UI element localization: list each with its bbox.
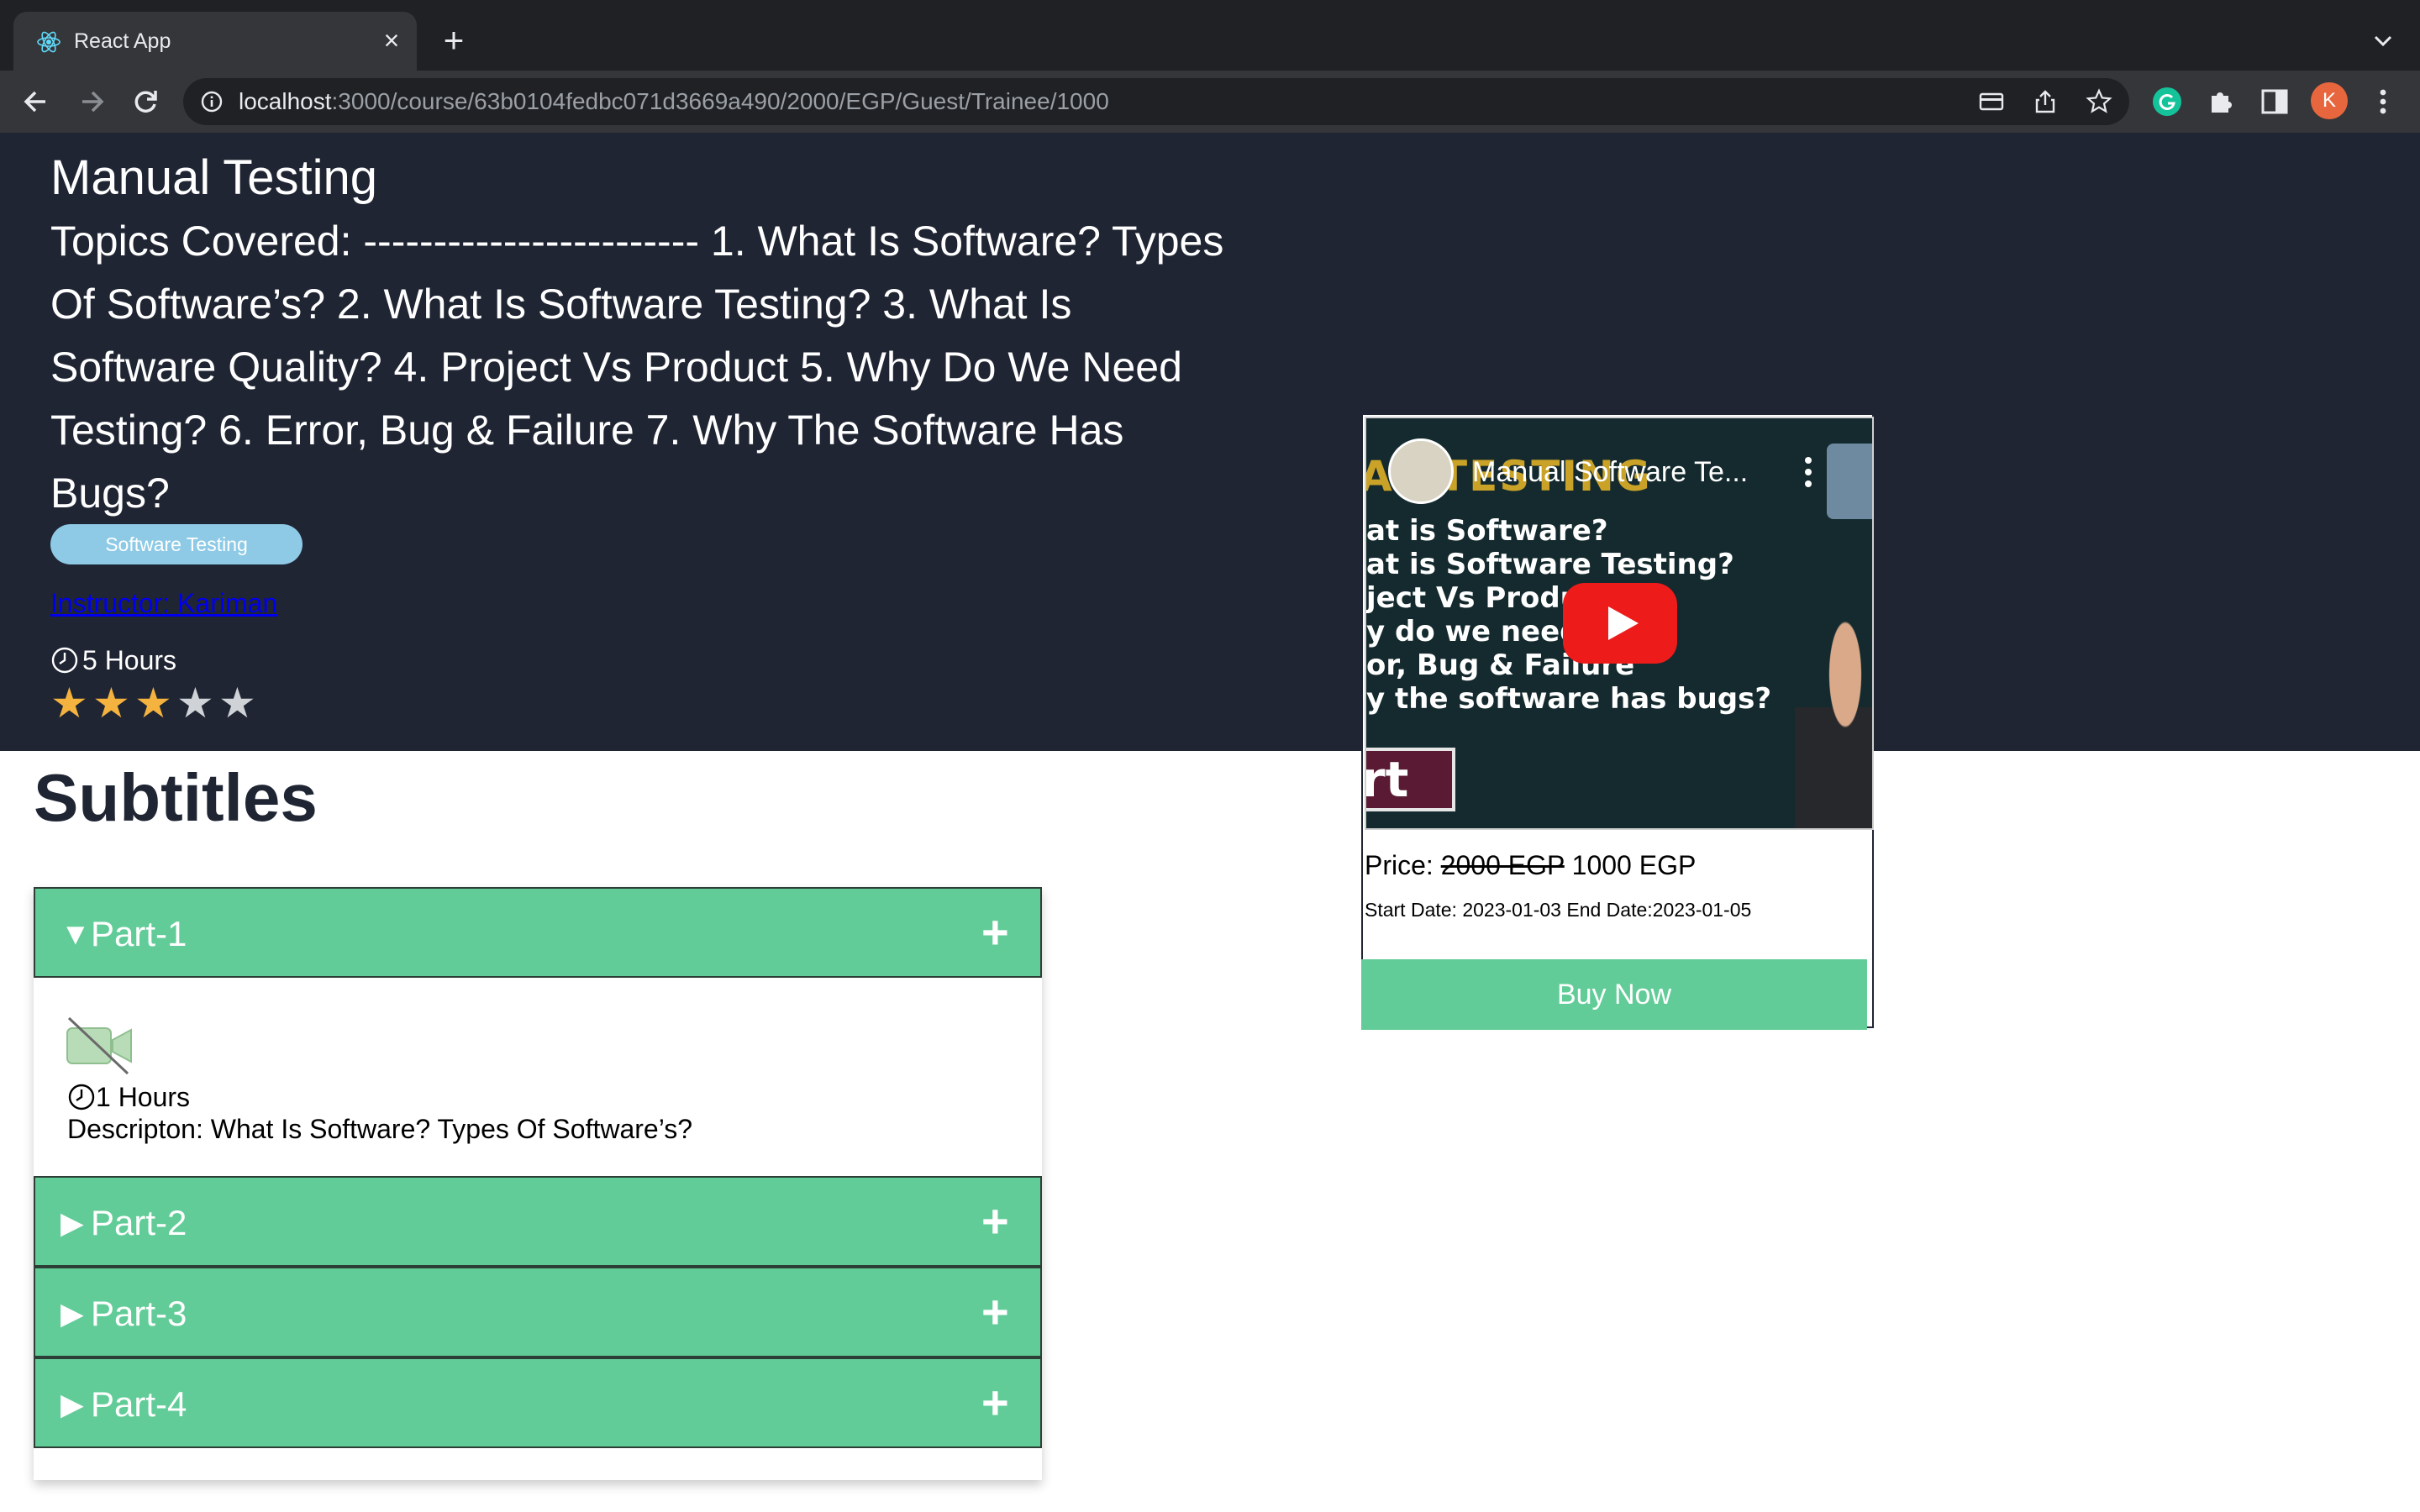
old-price: 2000 EGP [1440,850,1565,880]
course-duration-text: 5 Hours [82,645,177,675]
accordion-body-part-1: 1 Hours Descripton: What Is Software? Ty… [34,978,1042,1176]
presenter-image [1795,620,1872,828]
caret-right-icon: ▶ [60,1296,84,1331]
page-viewport: Manual Testing Topics Covered: ---------… [0,133,2420,1512]
accordion-header-part-1[interactable]: ▼ Part-1 + [34,887,1042,978]
accordion-label: Part-3 [91,1294,187,1333]
course-duration: 5 Hours [50,643,176,677]
new-price: 1000 EGP [1571,850,1697,880]
card-icon[interactable] [1978,88,2005,115]
play-button-icon[interactable] [1563,583,1677,664]
youtube-embed[interactable]: AL TESTING at is Software? at is Softwar… [1365,417,1874,830]
plus-icon[interactable]: + [981,1379,1009,1426]
accordion-header-part-2[interactable]: ▶ Part-2 + [34,1176,1042,1267]
browser-tab[interactable]: React App × [13,12,417,71]
rating-stars: ★ ★ ★ ★ ★ [50,682,260,724]
address-bar[interactable]: localhost:3000/course/63b0104fedbc071d36… [183,78,2129,125]
plus-icon[interactable]: + [981,1289,1009,1336]
side-panel-icon[interactable] [2259,86,2291,118]
star-icon: ★ [176,680,214,727]
close-tab-icon[interactable]: × [376,25,407,55]
forward-arrow-icon[interactable] [71,81,113,123]
tab-search-chevron-icon[interactable] [2368,25,2398,55]
course-dates: Start Date: 2023-01-03 End Date:2023-01-… [1365,899,1752,921]
star-icon: ★ [218,680,256,727]
accordion-label: Part-1 [91,914,187,953]
video-more-kebab-icon[interactable] [1803,455,1813,489]
star-icon: ★ [92,680,130,727]
caret-right-icon: ▶ [60,1387,84,1421]
react-favicon-icon [37,31,60,53]
buy-now-button[interactable]: Buy Now [1361,959,1867,1030]
instructor-link[interactable]: Instructor: Kariman [50,588,277,619]
course-preview-card: AL TESTING at is Software? at is Softwar… [1361,413,1874,1030]
browser-menu-kebab-icon[interactable] [2368,86,2398,118]
monitor-illustration [1827,444,1872,519]
clock-icon [68,1084,95,1110]
plus-icon[interactable]: + [981,1198,1009,1245]
lesson-duration: 1 Hours [67,1080,190,1114]
tab-title: React App [74,29,171,53]
subtitles-accordion: ▼ Part-1 + 1 Hours Descripton: What Is S… [34,887,1042,1480]
star-icon: ★ [134,680,172,727]
bookmark-star-icon[interactable] [2086,88,2112,115]
video-title[interactable]: Manual Software Te... [1472,455,1748,489]
plus-icon[interactable]: + [981,909,1009,956]
caret-down-icon: ▼ [60,916,91,951]
profile-avatar[interactable]: K [2311,82,2348,119]
subtitles-heading: Subtitles [34,760,318,835]
browser-tabstrip: React App × + [0,0,2420,71]
grammarly-extension-icon[interactable] [2151,86,2183,118]
share-icon[interactable] [2032,88,2059,115]
star-icon: ★ [50,680,88,727]
extensions-puzzle-icon[interactable] [2205,86,2237,118]
reload-icon[interactable] [124,81,166,123]
accordion-footer-space [34,1448,1042,1480]
accordion-header-part-4[interactable]: ▶ Part-4 + [34,1357,1042,1448]
price-label: Price: [1365,850,1434,880]
price-line: Price: 2000 EGP 1000 EGP [1365,848,1696,882]
accordion-label: Part-2 [91,1203,187,1242]
video-off-icon [66,1016,132,1075]
subject-tag[interactable]: Software Testing [50,524,302,564]
new-tab-icon[interactable]: + [435,22,472,59]
url-text: localhost:3000/course/63b0104fedbc071d36… [239,88,1109,114]
clock-icon [51,647,78,674]
accordion-header-part-3[interactable]: ▶ Part-3 + [34,1267,1042,1357]
course-hero: Manual Testing Topics Covered: ---------… [0,133,2420,751]
browser-toolbar: localhost:3000/course/63b0104fedbc071d36… [0,71,2420,133]
back-arrow-icon[interactable] [15,81,57,123]
lesson-duration-text: 1 Hours [96,1082,191,1112]
channel-avatar[interactable] [1388,438,1454,504]
course-title: Manual Testing [50,150,378,205]
video-part-badge: rt 1 [1366,748,1455,811]
site-info-icon[interactable] [200,90,224,113]
lesson-description: Descripton: What Is Software? Types Of S… [67,1114,693,1144]
accordion-label: Part-4 [91,1384,187,1424]
caret-right-icon: ▶ [60,1205,84,1240]
course-description: Topics Covered: ------------------------… [50,218,1224,517]
